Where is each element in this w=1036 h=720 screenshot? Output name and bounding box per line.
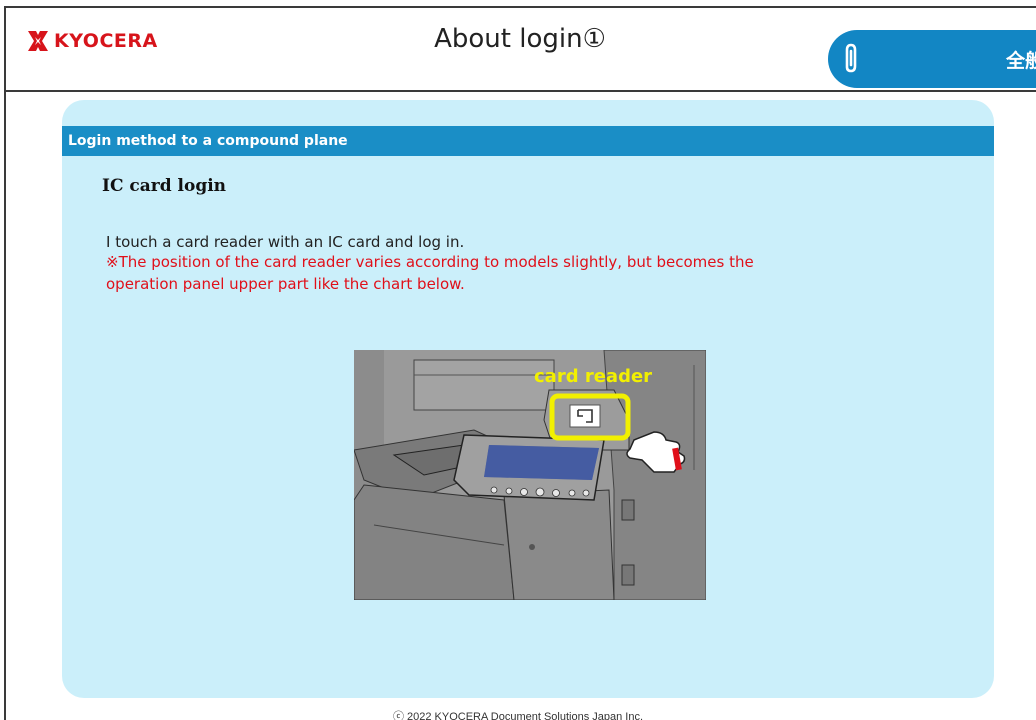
note-text-line-2: operation panel upper part like the char… (106, 275, 465, 293)
copyright-footer: ⓒ 2022 KYOCERA Document Solutions Japan … (392, 711, 644, 720)
callout-label: card reader (534, 366, 652, 387)
body-text: I touch a card reader with an IC card an… (106, 233, 465, 251)
note-text-line-1: ※The position of the card reader varies … (106, 253, 754, 271)
category-label: 全般 (1006, 50, 1036, 72)
header-divider (4, 90, 1036, 92)
slide: KYOCERA About login① 全般 Login method to … (0, 0, 1036, 720)
section-heading: Login method to a compound plane (68, 133, 348, 149)
sub-heading: IC card login (102, 176, 227, 196)
paperclip-icon (845, 43, 857, 73)
logo-text: KYOCERA (54, 30, 158, 52)
mfp-illustration: card reader (354, 350, 706, 600)
kyocera-logo: KYOCERA (28, 30, 158, 52)
page-title: About login① (434, 24, 606, 54)
kyocera-logo-icon (28, 31, 48, 51)
category-tag: 全般 (828, 30, 1036, 88)
section-header-bar: Login method to a compound plane (62, 126, 994, 156)
